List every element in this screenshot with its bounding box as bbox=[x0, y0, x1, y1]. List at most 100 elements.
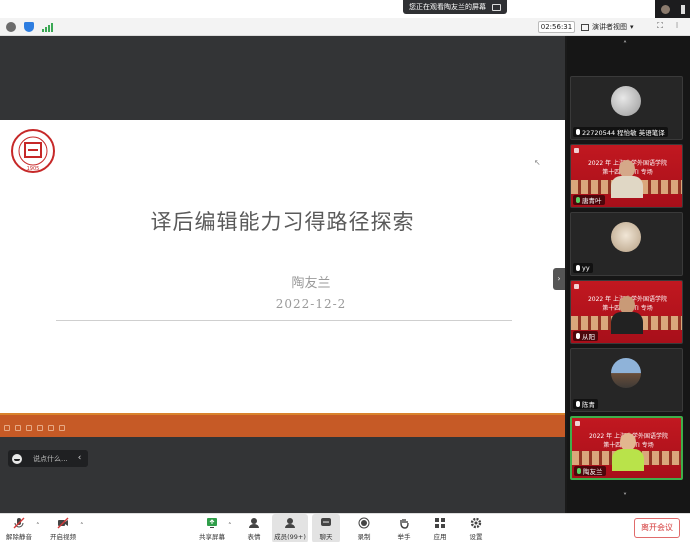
participant-tile[interactable]: 22720544 程怡敏 英语笔译 bbox=[570, 76, 683, 140]
record-label: 录制 bbox=[357, 533, 371, 541]
participant-name: yy bbox=[582, 264, 590, 272]
reactions-button[interactable]: 表情 bbox=[242, 514, 266, 542]
settings-button[interactable]: 设置 bbox=[464, 514, 488, 542]
chat-area: 说点什么... ‹ bbox=[0, 437, 565, 513]
chat-label: 聊天 bbox=[319, 533, 333, 541]
participant-video bbox=[611, 160, 643, 198]
scroll-down-icon[interactable]: ˅ bbox=[623, 492, 627, 501]
mic-off-icon bbox=[13, 517, 25, 529]
participant-name: 22720544 程怡敏 英语笔译 bbox=[582, 129, 665, 137]
participants-label: 成员(99+) bbox=[274, 533, 306, 541]
apps-icon bbox=[435, 518, 445, 528]
shared-slide: 1905 ↖ 译后编辑能力习得路径探索 陶友兰 2022-12-2 bbox=[0, 120, 565, 413]
raise-hand-label: 举手 bbox=[397, 533, 411, 541]
active-speaker-tile[interactable]: 2022 年 上海大学外国语学院第十四届 MTI 专场 陶友兰 bbox=[570, 416, 683, 480]
participant-name-tag: 22720544 程怡敏 英语笔译 bbox=[573, 127, 668, 137]
mic-on-icon bbox=[577, 468, 581, 474]
mouse-cursor-icon: ↖ bbox=[534, 158, 541, 167]
video-options-chevron-icon[interactable]: ˄ bbox=[80, 522, 84, 530]
slide-author: 陶友兰 bbox=[291, 276, 331, 291]
mic-on-icon bbox=[576, 197, 580, 203]
video-off-icon bbox=[57, 517, 69, 529]
signal-strength-icon[interactable] bbox=[42, 22, 53, 32]
participant-name: 从阳 bbox=[582, 333, 595, 341]
participant-tile[interactable]: 2022 年 上海大学外国语学院第十四届 MTI 专场 从阳 bbox=[570, 280, 683, 344]
raise-hand-button[interactable]: 举手 bbox=[392, 514, 416, 542]
security-shield-icon[interactable] bbox=[24, 22, 34, 32]
share-options-chevron-icon[interactable]: ˄ bbox=[228, 522, 232, 530]
meeting-window: 您正在观看陶友兰的屏幕 02:56:31 演讲者视图 ▾ ⛶ ⁝ 1905 ↖ … bbox=[0, 0, 690, 542]
panel-toggle-button[interactable]: › bbox=[553, 268, 565, 290]
leave-meeting-button[interactable]: 离开会议 bbox=[634, 518, 680, 538]
badge-icon bbox=[574, 284, 579, 289]
settings-label: 设置 bbox=[469, 533, 483, 541]
university-logo: 1905 bbox=[11, 129, 55, 173]
fullscreen-icon[interactable]: ⛶ bbox=[655, 21, 665, 31]
participant-name-tag: yy bbox=[573, 263, 593, 273]
share-screen-label: 共享屏幕 bbox=[199, 533, 225, 541]
grid-icon bbox=[581, 23, 589, 31]
apps-label: 应用 bbox=[433, 533, 447, 541]
more-options-icon[interactable] bbox=[59, 425, 65, 431]
badge-icon bbox=[575, 421, 580, 426]
participant-video bbox=[612, 433, 644, 471]
info-icon[interactable] bbox=[6, 22, 16, 32]
participant-name-tag: 陈青 bbox=[573, 399, 598, 409]
scroll-up-icon[interactable]: ˄ bbox=[623, 40, 627, 49]
participant-video bbox=[611, 296, 643, 334]
slide-date: 2022-12-2 bbox=[275, 297, 347, 311]
unmute-button[interactable]: 解除静音 bbox=[4, 514, 34, 542]
zoom-icon[interactable] bbox=[48, 425, 54, 431]
participant-tile[interactable]: 陈青 bbox=[570, 348, 683, 412]
participant-tile[interactable]: 2022 年 上海大学外国语学院第十四届 MTI 专场 唐青叶 bbox=[570, 144, 683, 208]
slide-title: 译后编辑能力习得路径探索 bbox=[150, 210, 415, 234]
slideshow-control-bar bbox=[0, 413, 565, 437]
participant-name: 陈青 bbox=[582, 401, 595, 409]
share-screen-icon bbox=[207, 518, 217, 528]
chat-button[interactable]: 聊天 bbox=[312, 514, 340, 542]
participants-button[interactable]: 成员(99+) bbox=[272, 514, 308, 542]
self-avatar-icon[interactable] bbox=[660, 4, 670, 14]
bottom-toolbar: 解除静音 ˄ 开启视频 ˄ 共享屏幕 ˄ 表情 成员(99+) 聊天 录制 举手… bbox=[0, 513, 690, 542]
meeting-toolbar: 02:56:31 演讲者视图 ▾ ⛶ ⁝ bbox=[0, 18, 690, 36]
screen-share-banner[interactable]: 您正在观看陶友兰的屏幕 bbox=[403, 0, 507, 14]
participants-icon bbox=[285, 518, 295, 528]
emoji-icon[interactable] bbox=[12, 453, 22, 464]
share-top-margin bbox=[0, 36, 565, 120]
window-menu-icon[interactable]: ⁝ bbox=[672, 21, 682, 31]
prev-slide-icon[interactable] bbox=[4, 425, 10, 431]
apps-button[interactable]: 应用 bbox=[428, 514, 452, 542]
avatar bbox=[611, 222, 641, 252]
participant-name-tag: 陶友兰 bbox=[574, 466, 606, 476]
mic-muted-icon bbox=[576, 129, 580, 135]
logo-year: 1905 bbox=[27, 166, 40, 172]
unmute-label: 解除静音 bbox=[6, 533, 32, 541]
participant-name-tag: 唐青叶 bbox=[573, 195, 605, 205]
participant-tile[interactable]: yy bbox=[570, 212, 683, 276]
slide-divider bbox=[56, 320, 512, 321]
gallery-icon[interactable] bbox=[680, 4, 685, 14]
grid-slides-icon[interactable] bbox=[37, 425, 43, 431]
share-screen-button[interactable]: 共享屏幕 bbox=[198, 514, 226, 542]
avatar bbox=[611, 86, 641, 116]
start-video-label: 开启视频 bbox=[50, 533, 76, 541]
top-strip: 您正在观看陶友兰的屏幕 bbox=[0, 0, 690, 18]
record-icon bbox=[358, 517, 370, 529]
mic-muted-icon bbox=[576, 265, 580, 271]
record-button[interactable]: 录制 bbox=[352, 514, 376, 542]
pen-icon[interactable] bbox=[26, 425, 32, 431]
next-slide-icon[interactable] bbox=[15, 425, 21, 431]
reaction-icon bbox=[249, 518, 259, 528]
gear-icon bbox=[470, 517, 482, 529]
start-video-button[interactable]: 开启视频 bbox=[48, 514, 78, 542]
participant-name: 陶友兰 bbox=[583, 468, 603, 476]
badge-icon bbox=[574, 148, 579, 153]
audio-options-chevron-icon[interactable]: ˄ bbox=[36, 522, 40, 530]
participant-name: 唐青叶 bbox=[582, 197, 602, 205]
speaker-view-button[interactable]: 演讲者视图 ▾ bbox=[581, 21, 634, 33]
chat-icon bbox=[321, 518, 331, 526]
screen-share-text: 您正在观看陶友兰的屏幕 bbox=[409, 3, 486, 11]
screen-share-icon bbox=[492, 3, 501, 11]
speaker-view-label: 演讲者视图 bbox=[592, 23, 627, 31]
chat-collapse-button[interactable]: ‹ bbox=[71, 450, 88, 467]
